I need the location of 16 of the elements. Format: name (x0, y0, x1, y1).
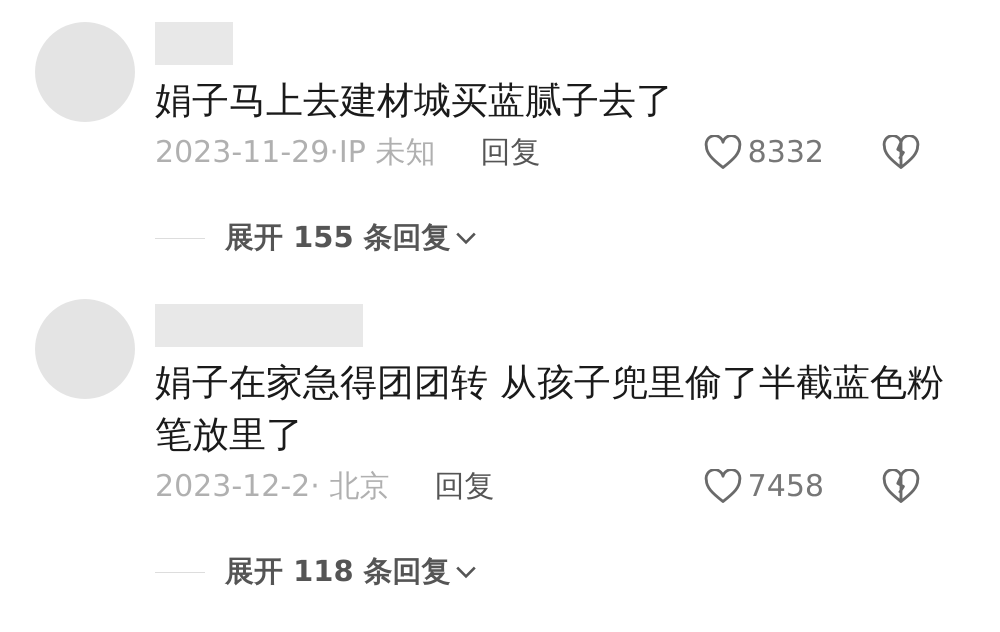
broken-heart-icon[interactable] (882, 468, 920, 504)
comment-date: 2023-11-29·IP 未知 (155, 134, 436, 172)
chevron-down-icon (454, 565, 477, 579)
heart-icon[interactable] (704, 468, 742, 504)
heart-icon[interactable] (704, 134, 742, 170)
expand-replies-link[interactable]: 展开 118 条回复 (225, 552, 477, 592)
comment-date: 2023-12-2· 北京 (155, 468, 390, 506)
comment-text: 娟子在家急得团团转 从孩子兜里偷了半截蓝色粉笔放里了 (155, 360, 945, 458)
expand-replies-link[interactable]: 展开 155 条回复 (225, 218, 477, 258)
broken-heart-icon[interactable] (882, 134, 920, 170)
comment-text: 娟子马上去建材城买蓝腻子去了 (155, 78, 674, 124)
reply-link[interactable]: 回复 (480, 132, 540, 172)
reply-link[interactable]: 回复 (434, 466, 494, 506)
like-count: 7458 (748, 468, 824, 504)
chevron-down-icon (454, 231, 477, 245)
like-count: 8332 (748, 134, 824, 170)
